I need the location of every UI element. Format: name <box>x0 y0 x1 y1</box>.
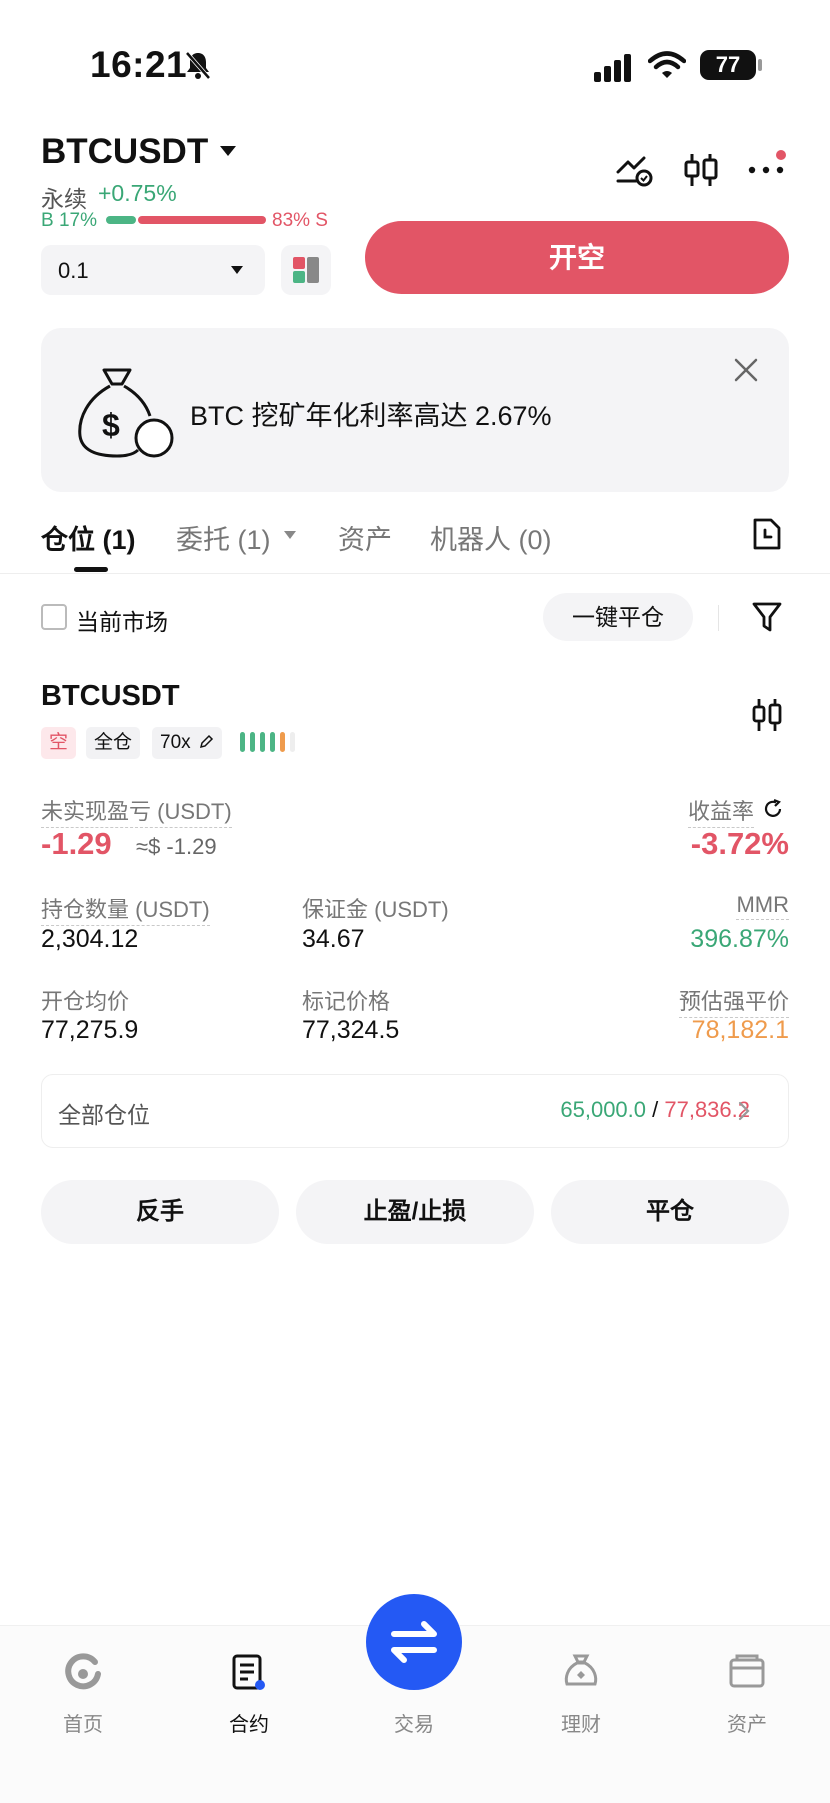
risk-level-bar <box>250 732 255 752</box>
risk-level-bar <box>280 732 285 752</box>
trade-button[interactable] <box>366 1594 462 1690</box>
battery-nub <box>758 59 762 71</box>
all-positions-label: 全部仓位 <box>58 1102 150 1128</box>
margin-mode-tag: 全仓 <box>86 727 141 759</box>
home-icon[interactable] <box>63 1652 103 1692</box>
nav-futures-label[interactable]: 合约 <box>199 1708 299 1737</box>
all-positions-long: 65,000.0 <box>560 1097 647 1122</box>
liq-price-label: 预估强平价 <box>678 984 789 1018</box>
reverse-button[interactable]: 反手 <box>41 1180 279 1244</box>
position-size-value: 2,304.12 <box>41 925 139 953</box>
divider <box>0 573 830 574</box>
buy-ratio-label: B 17% <box>41 210 97 231</box>
wallet-icon[interactable] <box>727 1652 767 1692</box>
unrealized-pnl-usd: ≈$ -1.29 <box>136 834 217 859</box>
nav-assets-label[interactable]: 资产 <box>697 1708 797 1737</box>
banner-text: BTC 挖矿年化利率高达 2.67% <box>190 401 552 431</box>
nav-trade-label[interactable]: 交易 <box>364 1708 464 1737</box>
risk-level-bar <box>240 732 245 752</box>
edit-icon <box>199 734 213 749</box>
separator: / <box>646 1097 665 1122</box>
liq-price-value: 78,182.1 <box>691 1016 789 1044</box>
mmr-label: MMR <box>736 892 789 920</box>
roe-value: -3.72% <box>690 826 789 861</box>
refresh-icon[interactable] <box>762 798 784 820</box>
price-change: +0.75% <box>98 180 177 206</box>
leverage-tag[interactable]: 70x <box>152 727 222 759</box>
candlestick-icon[interactable] <box>681 150 721 190</box>
price-alert-icon[interactable] <box>614 150 654 190</box>
risk-level-bar <box>290 732 295 752</box>
pair-selector[interactable]: BTCUSDT <box>41 132 208 172</box>
svg-text:$: $ <box>102 407 120 443</box>
bell-muted-icon <box>185 51 211 80</box>
chevron-down-icon[interactable] <box>231 266 243 274</box>
nav-earn-label[interactable]: 理财 <box>531 1708 631 1737</box>
roe-label: 收益率 <box>687 794 754 828</box>
futures-icon[interactable] <box>229 1652 269 1692</box>
notification-dot <box>776 150 786 160</box>
layout-icon <box>293 257 319 283</box>
divider <box>718 605 719 631</box>
tab-assets[interactable]: 资产 <box>338 518 392 557</box>
chevron-right-icon[interactable] <box>736 1099 752 1123</box>
layout-toggle-button[interactable] <box>281 245 331 295</box>
side-tag: 空 <box>41 727 77 759</box>
candlestick-icon[interactable] <box>751 695 783 735</box>
status-time: 16:21 <box>90 44 188 85</box>
cellular-signal-icon <box>594 54 631 82</box>
close-icon[interactable] <box>732 356 760 384</box>
tpsl-button[interactable]: 止盈/止损 <box>296 1180 534 1244</box>
entry-price-value: 77,275.9 <box>41 1016 139 1044</box>
mmr-value: 396.87% <box>690 925 789 953</box>
close-all-button[interactable]: 一键平仓 <box>543 593 693 641</box>
chevron-down-icon[interactable] <box>220 146 236 156</box>
mark-price-label: 标记价格 <box>302 989 391 1014</box>
entry-price-label: 开仓均价 <box>41 989 130 1014</box>
wifi-icon <box>648 51 686 78</box>
risk-level-bar <box>260 732 265 752</box>
current-market-checkbox[interactable] <box>41 604 67 630</box>
money-bag-icon: $ <box>78 368 174 458</box>
tab-bots[interactable]: 机器人 (0) <box>430 518 552 557</box>
swap-icon <box>391 1621 437 1663</box>
position-size-label: 持仓数量 (USDT) <box>41 892 210 926</box>
tab-positions[interactable]: 仓位 (1) <box>41 518 136 557</box>
filter-icon[interactable] <box>751 600 783 634</box>
quantity-value: 0.1 <box>58 258 89 283</box>
history-icon[interactable] <box>751 516 783 552</box>
chevron-down-icon[interactable] <box>284 531 296 539</box>
sell-ratio-bar <box>138 216 266 224</box>
margin-value: 34.67 <box>302 925 365 953</box>
unrealized-pnl-label: 未实现盈亏 (USDT) <box>41 794 232 828</box>
battery-indicator: 77 <box>700 50 756 80</box>
risk-level-bar <box>270 732 275 752</box>
close-position-button[interactable]: 平仓 <box>551 1180 789 1244</box>
position-symbol[interactable]: BTCUSDT <box>41 680 180 713</box>
active-tab-indicator <box>74 567 108 572</box>
tab-orders[interactable]: 委托 (1) <box>176 518 271 557</box>
mark-price-value: 77,324.5 <box>302 1016 400 1044</box>
leverage-value: 70x <box>160 732 191 753</box>
nav-home-label[interactable]: 首页 <box>33 1708 133 1737</box>
unrealized-pnl-value: -1.29 <box>41 826 112 861</box>
contract-type-label: 永续 <box>41 186 87 212</box>
earn-icon[interactable] <box>561 1652 601 1692</box>
current-market-label: 当前市场 <box>76 609 168 635</box>
buy-ratio-bar <box>106 216 136 224</box>
margin-label: 保证金 (USDT) <box>302 897 449 922</box>
sell-ratio-label: 83% S <box>272 210 328 231</box>
open-short-button[interactable]: 开空 <box>365 221 789 294</box>
all-positions-values: 65,000.0 / 77,836.2 <box>560 1097 750 1123</box>
